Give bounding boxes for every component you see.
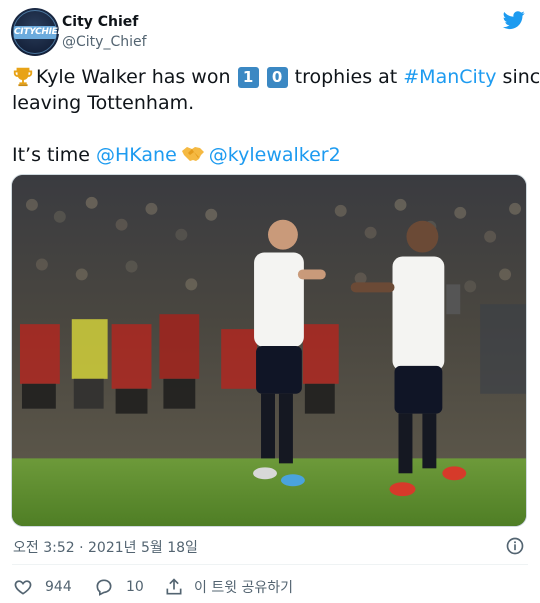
trophy-icon xyxy=(13,67,33,87)
tweet-text-part2: trophies at xyxy=(288,66,404,88)
tweet-line-1: Kyle Walker has won 1 0 trophies at #Man… xyxy=(12,64,540,90)
reply-button[interactable]: 10 xyxy=(94,577,144,597)
tweet-text-part3: since xyxy=(502,66,540,88)
divider xyxy=(12,564,528,565)
tweet-line-2: leaving Tottenham. xyxy=(12,92,195,114)
info-icon[interactable] xyxy=(505,536,525,556)
tweet-line-3: It’s time @HKane @kylewalker2 xyxy=(12,142,528,168)
share-label: 이 트윗 공유하기 xyxy=(194,580,294,596)
share-icon xyxy=(166,578,182,595)
user-handle[interactable]: @City_Chief xyxy=(62,34,147,50)
like-button[interactable]: 944 xyxy=(13,577,72,597)
tweet-timestamp[interactable]: 오전 3:52 · 2021년 5월 18일 xyxy=(13,537,198,557)
share-button[interactable]: 이 트윗 공유하기 xyxy=(164,577,293,597)
tweet-text-part1: Kyle Walker has won xyxy=(36,66,237,88)
keycap-0: 0 xyxy=(266,67,288,88)
reply-icon xyxy=(96,579,112,596)
mention-hkane[interactable]: @HKane xyxy=(96,144,177,166)
avatar[interactable]: CITYCHIEF xyxy=(11,8,59,56)
tweet-line3-prefix: It’s time xyxy=(12,144,96,166)
avatar-logo: CITYCHIEF xyxy=(14,26,59,39)
tweet-photo[interactable] xyxy=(11,174,527,527)
hashtag-link[interactable]: #ManCity xyxy=(403,66,496,88)
display-name[interactable]: City Chief xyxy=(62,14,138,30)
twitter-logo-icon[interactable] xyxy=(501,9,527,31)
tweet-card: CITYCHIEF City Chief @City_Chief Kyle Wa… xyxy=(0,0,540,603)
like-count: 944 xyxy=(45,579,72,595)
heart-icon xyxy=(14,580,32,595)
tweet-text: Kyle Walker has won 1 0 trophies at #Man… xyxy=(12,64,540,168)
handshake-icon xyxy=(181,147,204,161)
reply-count: 10 xyxy=(126,579,144,595)
mention-kylewalker2[interactable]: @kylewalker2 xyxy=(209,144,341,166)
keycap-1: 1 xyxy=(237,67,259,88)
